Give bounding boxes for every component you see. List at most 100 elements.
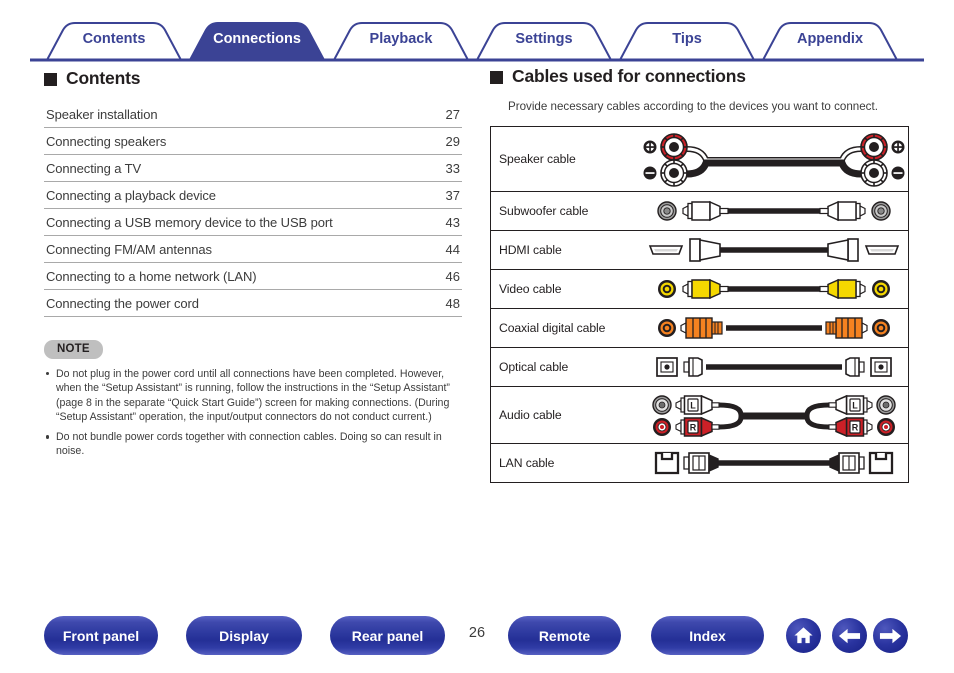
rca-socket-icon	[876, 395, 896, 415]
lan-port-icon	[868, 451, 894, 475]
home-button[interactable]	[786, 618, 821, 653]
contents-heading-label: Contents	[66, 68, 141, 88]
minus-symbol-icon	[891, 166, 905, 180]
cable-illustration-audio: L R L R	[640, 387, 909, 444]
table-row: Audio cable L R L R	[490, 387, 909, 444]
table-row: Subwoofer cable	[490, 192, 909, 231]
svg-text:L: L	[852, 401, 858, 411]
cable-label: LAN cable	[499, 456, 555, 470]
rear-panel-button[interactable]: Rear panel	[330, 616, 445, 655]
tab-playback[interactable]: Playback	[334, 31, 468, 47]
hdmi-port-icon	[864, 245, 900, 255]
table-row: Speaker cable	[490, 127, 909, 192]
home-icon	[794, 627, 813, 644]
toc-item-page: 48	[445, 296, 460, 311]
toc-item-page: 29	[445, 134, 460, 149]
table-row: HDMI cable	[490, 231, 909, 270]
tab-tips[interactable]: Tips	[620, 31, 754, 47]
square-bullet-icon	[44, 73, 57, 86]
cable-label: Audio cable	[499, 408, 562, 422]
svg-text:L: L	[690, 401, 696, 411]
hdmi-port-icon	[648, 245, 684, 255]
rca-socket-icon	[657, 201, 677, 221]
lan-plug-icon	[683, 452, 719, 474]
toc-item-title: Connecting speakers	[46, 134, 167, 149]
rca-socket-icon	[871, 201, 891, 221]
note-block: NOTE Do not plug in the power cord until…	[44, 339, 468, 459]
cable-label: Speaker cable	[499, 152, 576, 166]
rca-plug-icon	[819, 200, 866, 222]
forward-button[interactable]	[873, 618, 908, 653]
display-button[interactable]: Display	[186, 616, 302, 655]
cables-description: Provide necessary cables according to th…	[508, 100, 878, 113]
contents-heading: Contents	[44, 68, 464, 89]
rca-plug-icon	[682, 200, 729, 222]
contents-column: Contents Speaker installation 27 Connect…	[44, 68, 464, 465]
toc-item[interactable]: Connecting a USB memory device to the US…	[44, 209, 462, 236]
table-row: LAN cable	[491, 444, 909, 483]
cables-heading: Cables used for connections	[490, 66, 914, 87]
tab-connections[interactable]: Connections	[190, 31, 324, 47]
toc-item-title: Connecting FM/AM antennas	[46, 242, 212, 257]
optical-plug-icon	[845, 357, 865, 377]
arrow-right-icon	[879, 628, 902, 643]
note-item: Do not plug in the power cord until all …	[44, 367, 468, 424]
tab-contents[interactable]: Contents	[47, 31, 181, 47]
tab-appendix[interactable]: Appendix	[763, 31, 897, 47]
toc-item[interactable]: Connecting the power cord 48	[44, 290, 462, 317]
back-button[interactable]	[832, 618, 867, 653]
cable-table: Speaker cable Subwoofer cable HDMI cable…	[490, 126, 909, 483]
rca-plug-l-icon: L	[675, 394, 720, 416]
toc-item-title: Speaker installation	[46, 107, 158, 122]
rca-socket-icon	[658, 319, 676, 337]
cable-illustration-coaxial	[640, 309, 909, 348]
minus-symbol-icon	[643, 166, 657, 180]
cable-illustration-optical	[640, 348, 909, 387]
front-panel-button[interactable]: Front panel	[44, 616, 158, 655]
footer-nav: Front panel Display Rear panel 26 Remote…	[0, 616, 954, 660]
cable-label: Coaxial digital cable	[499, 321, 606, 335]
table-row: Video cable	[490, 270, 909, 309]
rca-plug-r-icon: R	[675, 416, 720, 438]
rca-socket-icon	[658, 280, 676, 298]
toc-item-page: 46	[445, 269, 460, 284]
hdmi-plug-icon	[689, 238, 721, 262]
toc-item-page: 33	[445, 161, 460, 176]
toc-item-title: Connecting a TV	[46, 161, 142, 176]
tab-bar: Contents Connections Playback Settings T…	[0, 20, 954, 62]
toc-item[interactable]: Speaker installation 27	[44, 101, 462, 128]
rca-socket-icon	[653, 418, 671, 436]
rca-socket-icon	[877, 418, 895, 436]
remote-button[interactable]: Remote	[508, 616, 621, 655]
optical-port-icon	[870, 357, 892, 377]
toc-item[interactable]: Connecting FM/AM antennas 44	[44, 236, 462, 263]
note-item-list: Do not plug in the power cord until all …	[44, 367, 468, 459]
cable-illustration-subwoofer	[640, 192, 909, 231]
toc-item-title: Connecting a USB memory device to the US…	[46, 215, 333, 230]
cable-illustration-speaker	[640, 127, 909, 192]
cable-label: Subwoofer cable	[499, 204, 589, 218]
lan-plug-icon	[829, 452, 865, 474]
svg-text:R: R	[852, 423, 859, 433]
toc-list: Speaker installation 27 Connecting speak…	[44, 101, 462, 317]
rca-plug-icon	[825, 317, 868, 339]
cable-label: Video cable	[499, 282, 562, 296]
cable-illustration-hdmi	[640, 231, 909, 270]
page-number: 26	[468, 625, 486, 641]
index-button[interactable]: Index	[651, 616, 764, 655]
svg-text:R: R	[690, 423, 697, 433]
rca-plug-l-icon	[828, 394, 873, 416]
tab-settings[interactable]: Settings	[477, 31, 611, 47]
toc-item[interactable]: Connecting a playback device 37	[44, 182, 462, 209]
toc-item[interactable]: Connecting a TV 33	[44, 155, 462, 182]
toc-item[interactable]: Connecting speakers 29	[44, 128, 462, 155]
toc-item[interactable]: Connecting to a home network (LAN) 46	[44, 263, 462, 290]
lan-port-icon	[654, 451, 680, 475]
cables-heading-label: Cables used for connections	[512, 66, 746, 86]
cable-illustration-lan	[640, 444, 909, 483]
toc-item-title: Connecting to a home network (LAN)	[46, 269, 257, 284]
table-row: Optical cable	[490, 348, 909, 387]
rca-plug-r-icon	[828, 416, 873, 438]
toc-item-title: Connecting a playback device	[46, 188, 216, 203]
cable-label: HDMI cable	[499, 243, 562, 257]
